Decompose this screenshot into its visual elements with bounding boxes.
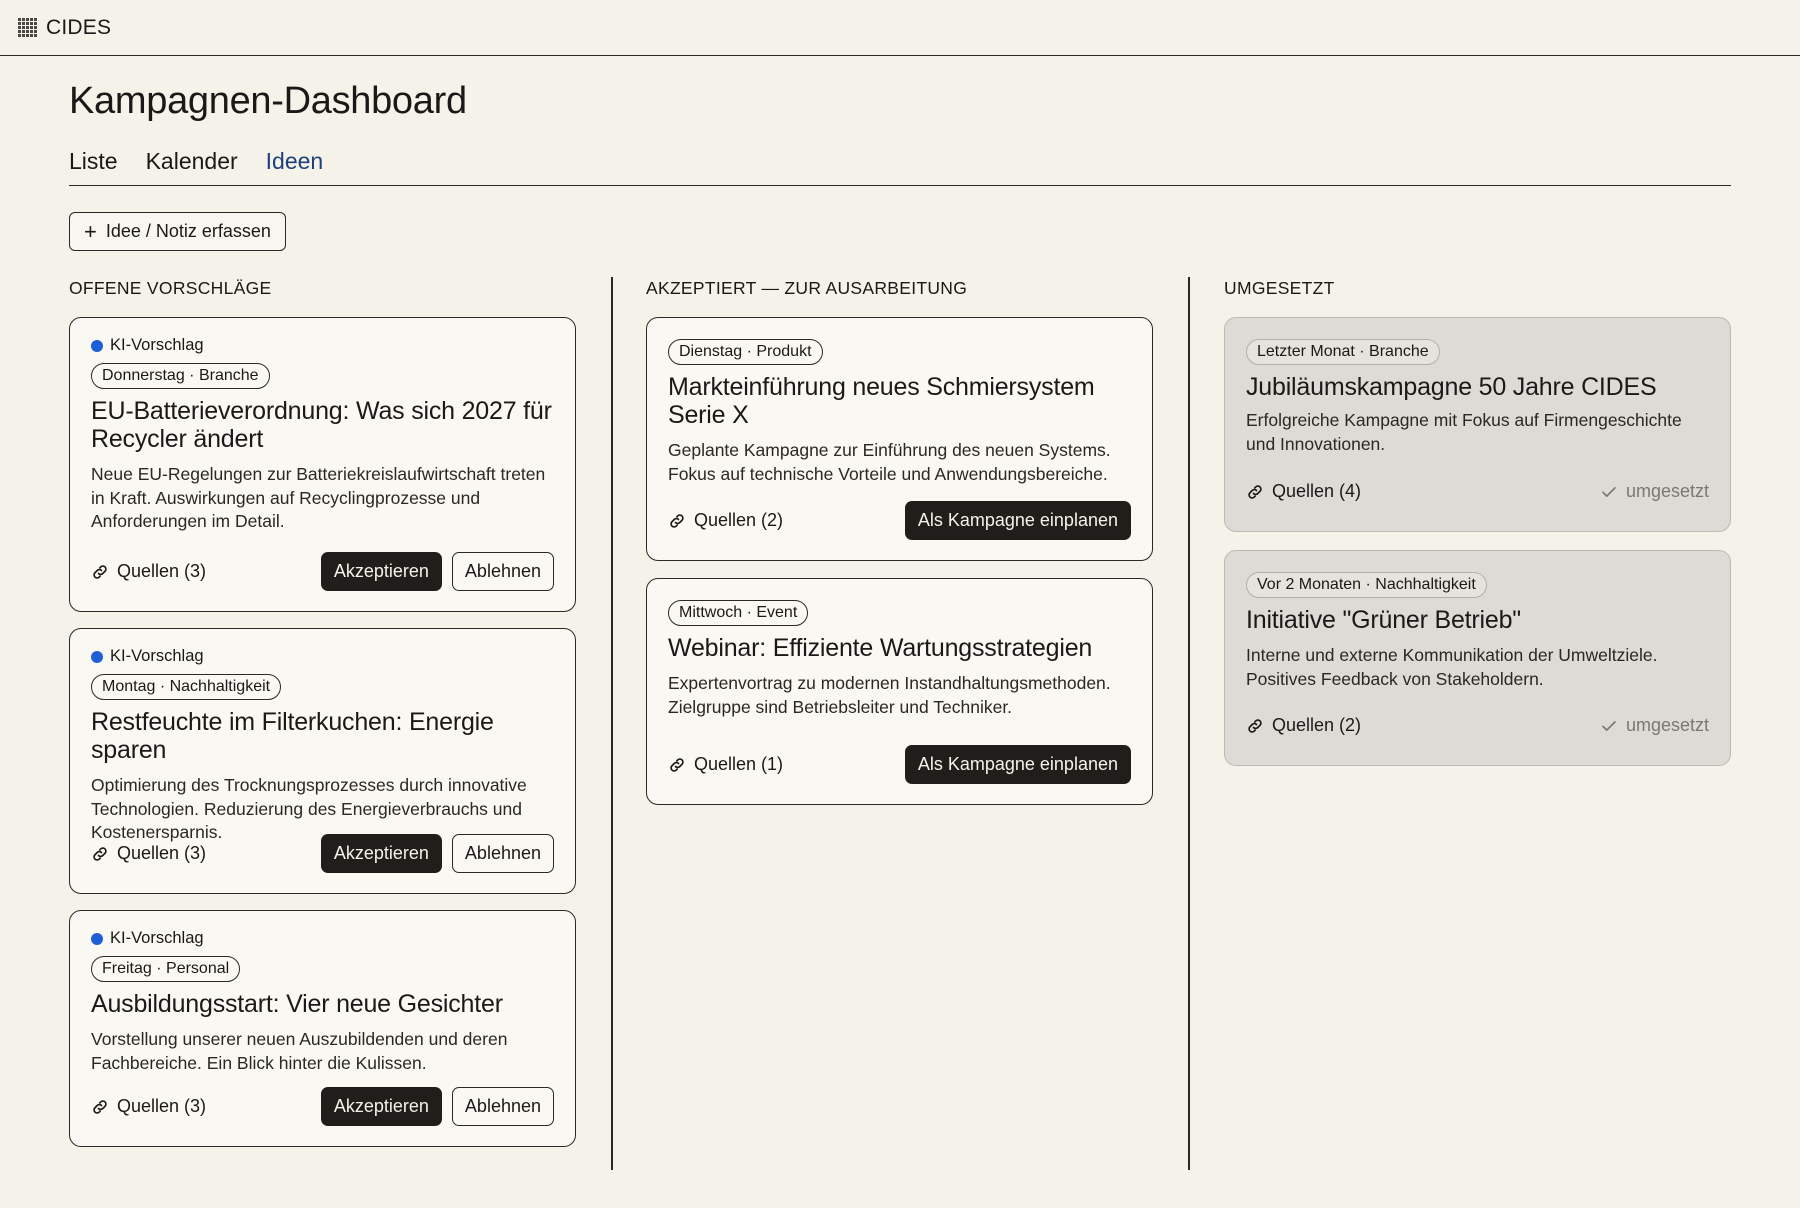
card-title: Ausbildungsstart: Vier neue Gesichter bbox=[91, 990, 503, 1018]
plus-icon: + bbox=[84, 218, 97, 244]
card-footer: Quellen (2) Als Kampagne einplanen bbox=[668, 501, 1131, 540]
ai-dot-icon bbox=[91, 650, 103, 663]
card-title: Webinar: Effiziente Wartungsstrategien bbox=[668, 634, 1093, 662]
reject-button[interactable]: Ablehnen bbox=[451, 1087, 554, 1126]
sources-link[interactable]: Quellen (3) bbox=[91, 561, 206, 582]
day-category-tag: Mittwoch · Event bbox=[668, 600, 809, 626]
card-description: Geplante Kampagne zur Einführung des neu… bbox=[668, 440, 1111, 484]
sources-label: Quellen (2) bbox=[1272, 715, 1362, 735]
sources-label: Quellen (4) bbox=[1272, 481, 1362, 501]
sources-label: Quellen (2) bbox=[694, 510, 784, 530]
tab-liste[interactable]: Liste bbox=[69, 146, 118, 185]
column-heading-accepted: AKZEPTIERT — ZUR AUSARBEITUNG bbox=[646, 278, 968, 298]
day-category-tag: Dienstag · Produkt bbox=[668, 339, 823, 365]
sources-label: Quellen (1) bbox=[694, 754, 784, 774]
ai-suggestion-badge: KI-Vorschlag bbox=[91, 929, 554, 948]
suggestion-card: KI-Vorschlag Donnerstag · Branche EU-Bat… bbox=[69, 317, 576, 612]
ai-suggestion-badge: KI-Vorschlag bbox=[91, 647, 554, 666]
card-title: Jubiläumskampagne 50 Jahre CIDES bbox=[1246, 373, 1657, 401]
status-label: umgesetzt bbox=[1625, 481, 1709, 501]
link-icon bbox=[1248, 718, 1262, 733]
sources-link[interactable]: Quellen (3) bbox=[91, 1096, 206, 1117]
ai-badge-label: KI-Vorschlag bbox=[110, 647, 204, 665]
add-idea-label: Idee / Notiz erfassen bbox=[105, 221, 271, 241]
plan-campaign-button[interactable]: Als Kampagne einplanen bbox=[904, 745, 1131, 784]
link-icon bbox=[1248, 484, 1262, 499]
completed-card: Letzter Monat · Branche Jubiläumskampagn… bbox=[1224, 317, 1731, 532]
sources-link[interactable]: Quellen (2) bbox=[668, 510, 783, 531]
link-icon bbox=[93, 564, 107, 579]
column-accepted: AKZEPTIERT — ZUR AUSARBEITUNG bbox=[646, 278, 1153, 318]
accept-button[interactable]: Akzeptieren bbox=[320, 1087, 442, 1126]
reject-button[interactable]: Ablehnen bbox=[451, 834, 554, 873]
card-description: Neue EU-Regelungen zur Batteriekreislauf… bbox=[91, 464, 546, 531]
link-icon bbox=[670, 513, 684, 528]
day-category-tag: Vor 2 Monaten · Nachhaltigkeit bbox=[1246, 572, 1487, 598]
accepted-card: Dienstag · Produkt Markteinführung neues… bbox=[646, 317, 1153, 561]
column-heading-done: UMGESETZT bbox=[1224, 278, 1335, 298]
sources-link[interactable]: Quellen (3) bbox=[91, 843, 206, 864]
page-title: Kampagnen-Dashboard bbox=[69, 80, 467, 122]
status-badge: umgesetzt bbox=[1600, 481, 1709, 502]
top-bar: CIDES bbox=[0, 0, 1800, 56]
link-icon bbox=[93, 846, 107, 861]
card-description: Vorstellung unserer neuen Auszubildenden… bbox=[91, 1029, 508, 1073]
card-title: Initiative "Grüner Betrieb" bbox=[1246, 606, 1521, 634]
completed-card: Vor 2 Monaten · Nachhaltigkeit Initiativ… bbox=[1224, 550, 1731, 766]
card-title: EU-Batterieverordnung: Was sich 2027 für… bbox=[91, 397, 552, 453]
day-category-tag: Montag · Nachhaltigkeit bbox=[91, 674, 282, 700]
ai-suggestion-badge: KI-Vorschlag bbox=[91, 336, 554, 355]
sources-label: Quellen (3) bbox=[117, 843, 207, 863]
check-icon bbox=[1602, 720, 1616, 731]
ai-dot-icon bbox=[91, 932, 103, 945]
check-icon bbox=[1602, 486, 1616, 497]
tab-kalender[interactable]: Kalender bbox=[146, 146, 238, 185]
grid-logo-icon bbox=[18, 17, 37, 37]
add-idea-button[interactable]: + Idee / Notiz erfassen bbox=[69, 212, 286, 251]
sources-label: Quellen (3) bbox=[117, 561, 207, 581]
accept-button[interactable]: Akzeptieren bbox=[320, 834, 442, 873]
day-category-tag: Freitag · Personal bbox=[91, 956, 241, 982]
sources-link[interactable]: Quellen (2) bbox=[1246, 715, 1361, 736]
accept-button[interactable]: Akzeptieren bbox=[320, 552, 442, 591]
ai-badge-label: KI-Vorschlag bbox=[110, 929, 204, 947]
column-divider bbox=[611, 277, 613, 1170]
card-footer: Quellen (3) Akzeptieren Ablehnen bbox=[91, 1087, 554, 1126]
card-footer: Quellen (1) Als Kampagne einplanen bbox=[668, 745, 1131, 784]
plan-campaign-button[interactable]: Als Kampagne einplanen bbox=[904, 501, 1131, 540]
suggestion-card: KI-Vorschlag Freitag · Personal Ausbildu… bbox=[69, 910, 576, 1147]
column-open: OFFENE VORSCHLÄGE bbox=[69, 278, 576, 318]
card-description: Erfolgreiche Kampagne mit Fokus auf Firm… bbox=[1246, 410, 1682, 454]
card-title: Restfeuchte im Filterkuchen: Energie spa… bbox=[91, 708, 494, 764]
day-category-tag: Letzter Monat · Branche bbox=[1246, 339, 1440, 365]
card-footer: Quellen (4) umgesetzt bbox=[1246, 472, 1709, 511]
accepted-card: Mittwoch · Event Webinar: Effiziente War… bbox=[646, 578, 1153, 805]
link-icon bbox=[93, 1099, 107, 1114]
column-done: UMGESETZT bbox=[1224, 278, 1731, 318]
sources-label: Quellen (3) bbox=[117, 1096, 207, 1116]
column-divider bbox=[1188, 277, 1190, 1170]
app-logo-text: CIDES bbox=[46, 15, 112, 39]
sources-link[interactable]: Quellen (1) bbox=[668, 754, 783, 775]
status-badge: umgesetzt bbox=[1600, 715, 1709, 736]
status-label: umgesetzt bbox=[1625, 715, 1709, 735]
card-footer: Quellen (3) Akzeptieren Ablehnen bbox=[91, 834, 554, 873]
day-category-tag: Donnerstag · Branche bbox=[91, 363, 270, 389]
sources-link[interactable]: Quellen (4) bbox=[1246, 481, 1361, 502]
column-heading-open: OFFENE VORSCHLÄGE bbox=[69, 278, 272, 298]
card-footer: Quellen (3) Akzeptieren Ablehnen bbox=[91, 552, 554, 591]
tab-ideen[interactable]: Ideen bbox=[266, 146, 324, 185]
card-description: Interne und externe Kommunikation der Um… bbox=[1246, 645, 1658, 689]
ai-badge-label: KI-Vorschlag bbox=[110, 336, 204, 354]
ai-dot-icon bbox=[91, 339, 103, 352]
reject-button[interactable]: Ablehnen bbox=[451, 552, 554, 591]
suggestion-card: KI-Vorschlag Montag · Nachhaltigkeit Res… bbox=[69, 628, 576, 894]
view-tabs: Liste Kalender Ideen bbox=[69, 146, 1731, 186]
card-footer: Quellen (2) umgesetzt bbox=[1246, 706, 1709, 745]
card-title: Markteinführung neues Schmiersystem Seri… bbox=[668, 373, 1095, 429]
link-icon bbox=[670, 757, 684, 772]
card-description: Expertenvortrag zu modernen Instandhaltu… bbox=[668, 673, 1111, 717]
